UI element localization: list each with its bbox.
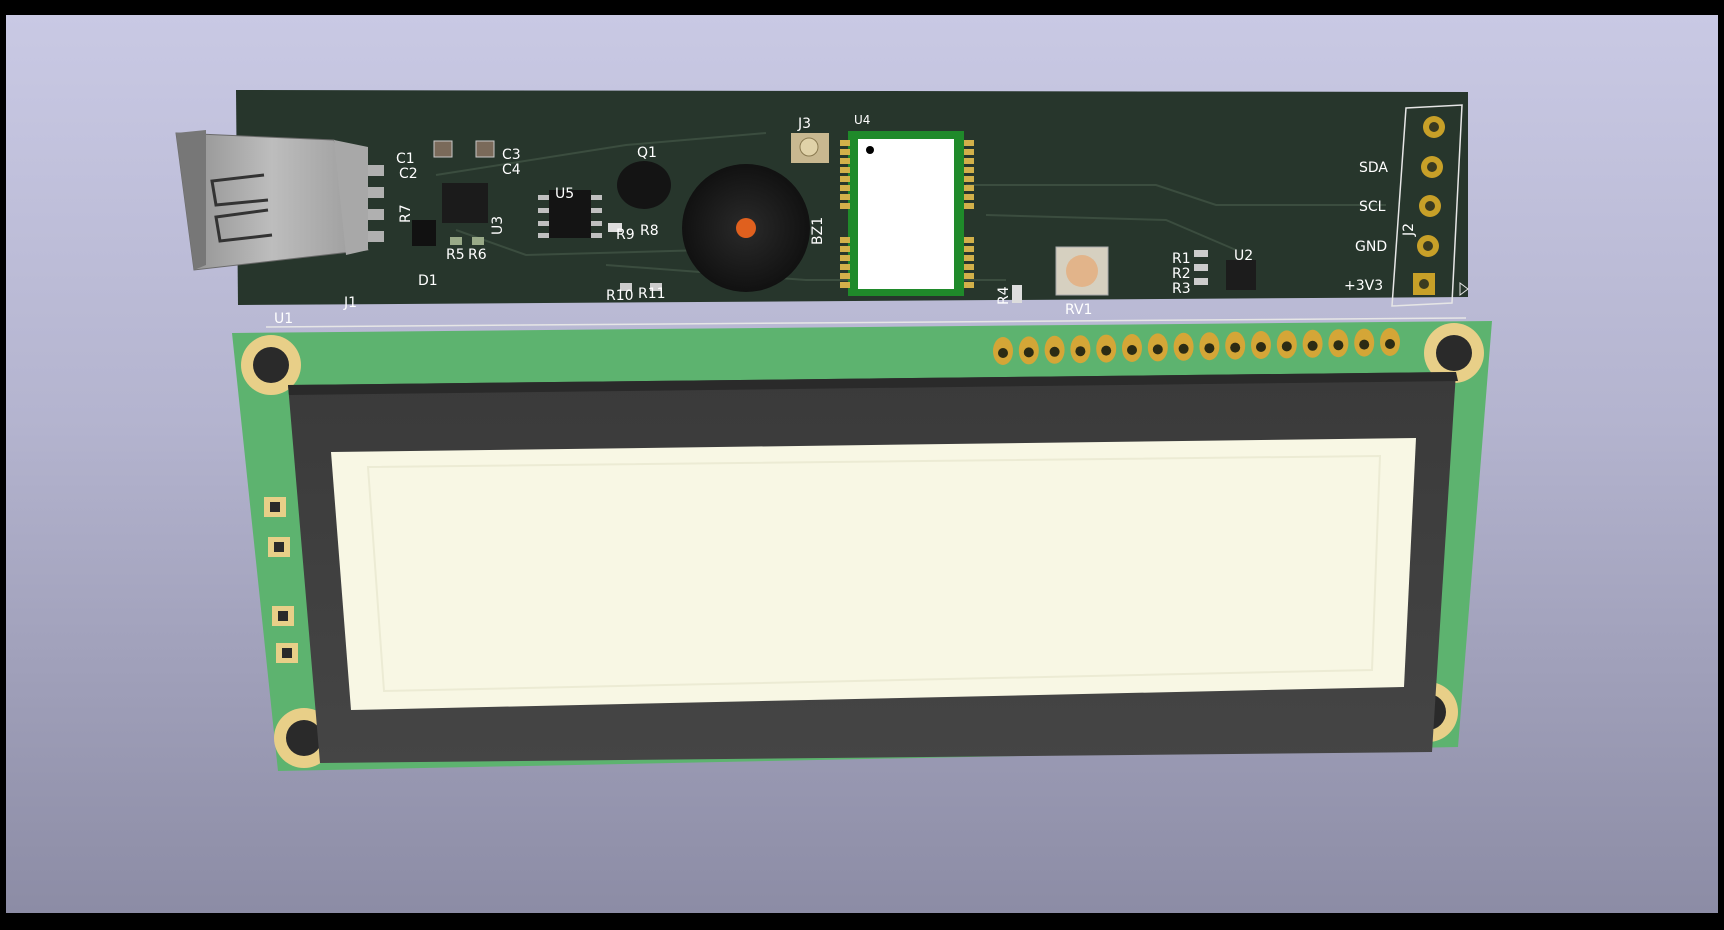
ref-r11: R11 (638, 286, 666, 302)
module-pad (964, 255, 974, 261)
lcd-module-u1 (232, 317, 1492, 771)
lcd-header-pin-hole (1256, 342, 1266, 352)
module-pad (964, 264, 974, 270)
module-pad (964, 203, 974, 209)
ref-r7: R7 (398, 204, 414, 223)
lcd-header-pin-hole (1152, 344, 1163, 355)
module-pad (840, 237, 850, 243)
lcd-header-pin-hole (1307, 340, 1318, 351)
lcd-header-pin-hole (998, 348, 1008, 358)
module-pad (964, 167, 974, 173)
module-pad (840, 246, 850, 252)
ref-r5: R5 (446, 247, 465, 263)
module-pad (840, 140, 850, 146)
module-pad (840, 203, 850, 209)
j2-pin-sda: SDA (1359, 160, 1388, 176)
transistor-q1 (617, 161, 671, 209)
lcd-header-pin-hole (1127, 345, 1137, 355)
lcd-header-pin-hole (1178, 343, 1189, 354)
ref-r9: R9 (616, 227, 635, 243)
ref-c2: C2 (399, 166, 418, 182)
module-pad (840, 273, 850, 279)
ref-r3: R3 (1172, 281, 1191, 297)
ref-u2: U2 (1234, 248, 1253, 264)
ref-r8: R8 (640, 223, 659, 239)
lcd-header-pin-hole (1101, 345, 1112, 356)
lcd-header-pin-hole (1281, 341, 1292, 352)
module-pad (840, 264, 850, 270)
lcd-screen (331, 438, 1416, 710)
ref-c3: C3 (502, 147, 521, 163)
module-pad (840, 167, 850, 173)
antenna-connector-j3 (791, 133, 829, 163)
lcd-header-pin-hole (1204, 343, 1215, 354)
ref-d1: D1 (418, 273, 438, 289)
module-pad (964, 194, 974, 200)
lcd-header-pin-hole (1359, 339, 1370, 350)
lcd-header-pin-hole (1230, 342, 1241, 353)
3d-viewer-canvas[interactable]: C1 C2 C3 C4 Q1 J3 U4 U5 R7 U3 R5 R6 D1 J… (6, 15, 1718, 913)
module-pad (964, 149, 974, 155)
ref-c1: C1 (396, 151, 415, 167)
module-pad (964, 140, 974, 146)
ref-u1: U1 (274, 311, 293, 327)
lcd-header-pin-hole (1333, 340, 1344, 351)
module-pad (964, 176, 974, 182)
ref-u4: U4 (854, 113, 870, 127)
j2-pin-scl: SCL (1359, 199, 1386, 215)
ref-u3: U3 (490, 216, 506, 235)
module-pad (840, 185, 850, 191)
ref-r2: R2 (1172, 266, 1191, 282)
module-pad (840, 194, 850, 200)
ref-r6: R6 (468, 247, 487, 263)
ref-bz1: BZ1 (810, 217, 826, 245)
ref-j1: J1 (343, 295, 357, 311)
ref-q1: Q1 (637, 145, 657, 161)
ref-j3: J3 (797, 116, 811, 132)
module-pad (964, 282, 974, 288)
ref-u5: U5 (555, 186, 574, 202)
module-pad (964, 246, 974, 252)
ref-r4: R4 (996, 286, 1012, 305)
usb-connector-j1 (175, 130, 384, 271)
ref-j2: J2 (1401, 223, 1417, 237)
module-pad (840, 176, 850, 182)
ref-r1: R1 (1172, 251, 1191, 267)
trimmer-rv1 (1055, 246, 1109, 296)
module-pad (840, 282, 850, 288)
module-pad (964, 158, 974, 164)
module-pad (840, 255, 850, 261)
lcd-header-pin-hole (1049, 346, 1060, 357)
module-pad (964, 185, 974, 191)
module-pad (840, 158, 850, 164)
j2-pin-gnd: GND (1355, 239, 1387, 255)
lcd-header-pin-hole (1075, 346, 1086, 357)
lcd-header-pin-hole (1385, 339, 1395, 349)
module-pad (964, 273, 974, 279)
gps-module-u4 (840, 131, 974, 296)
module-pad (964, 237, 974, 243)
lcd-header-pin-hole (1023, 347, 1034, 358)
buzzer-bz1 (682, 164, 810, 292)
module-pad (840, 149, 850, 155)
ref-c4: C4 (502, 162, 521, 178)
j2-pin-3v3: +3V3 (1344, 278, 1383, 294)
ref-r10: R10 (606, 288, 634, 304)
pcb-3d-render: C1 C2 C3 C4 Q1 J3 U4 U5 R7 U3 R5 R6 D1 J… (175, 90, 1492, 771)
ref-rv1: RV1 (1065, 302, 1092, 318)
